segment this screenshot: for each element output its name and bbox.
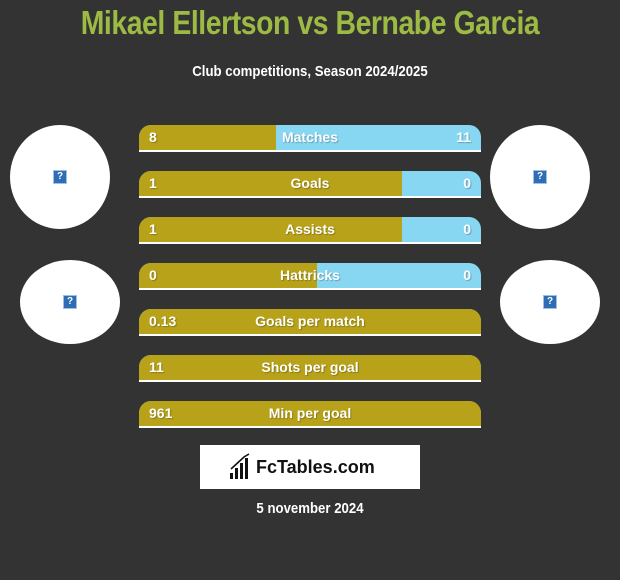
right-value: 0 xyxy=(463,267,471,283)
right-player-avatar: ? xyxy=(490,125,590,229)
stat-row-assists: 1 Assists 0 xyxy=(139,217,481,244)
logo-text: FcTables.com xyxy=(256,457,375,477)
competition-subtitle: Club competitions, Season 2024/2025 xyxy=(192,63,428,80)
left-club-logo: ? xyxy=(20,260,120,344)
right-club-logo: ? xyxy=(500,260,600,344)
stat-row-min-per-goal: 961 Min per goal xyxy=(139,401,481,428)
stat-label: Goals xyxy=(290,175,330,191)
stat-label: Assists xyxy=(285,221,335,237)
missing-image-icon: ? xyxy=(63,295,77,309)
right-value: 11 xyxy=(456,129,471,145)
stat-label: Shots per goal xyxy=(261,359,359,375)
stat-row-matches: 8 Matches 11 xyxy=(139,125,481,152)
stat-row-goals-per-match: 0.13 Goals per match xyxy=(139,309,481,336)
missing-image-icon: ? xyxy=(533,170,547,184)
right-value: 0 xyxy=(463,175,471,191)
date-label: 5 november 2024 xyxy=(256,500,364,517)
missing-image-icon: ? xyxy=(543,295,557,309)
stat-row-shots-per-goal: 11 Shots per goal xyxy=(139,355,481,382)
stat-label: Matches xyxy=(281,129,339,145)
stat-row-hattricks: 0 Hattricks 0 xyxy=(139,263,481,290)
stat-label: Goals per match xyxy=(255,313,365,329)
stat-label: Min per goal xyxy=(268,405,352,421)
right-value: 0 xyxy=(463,221,471,237)
page-title: Mikael Ellertson vs Bernabe Garcia xyxy=(80,4,540,41)
fctables-logo[interactable]: FcTables.com xyxy=(200,445,420,489)
bar-chart-icon xyxy=(230,453,250,479)
stat-label: Hattricks xyxy=(280,267,340,283)
left-player-avatar: ? xyxy=(10,125,110,229)
stat-row-goals: 1 Goals 0 xyxy=(139,171,481,198)
missing-image-icon: ? xyxy=(53,170,67,184)
